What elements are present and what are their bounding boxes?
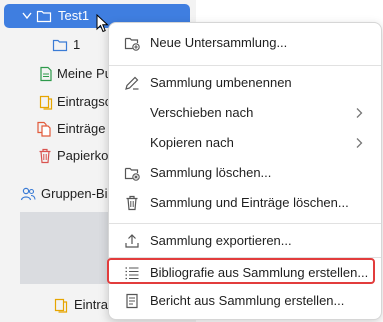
export-icon [125,234,139,248]
chevron-down-icon[interactable] [22,12,32,20]
menu-item-label: Sammlung löschen... [150,165,272,180]
tree-item-trash[interactable]: Papierko [0,144,108,168]
menu-separator [109,65,381,66]
tree-item-group-library[interactable]: Gruppen-Bil [0,182,111,206]
menu-item-copy-to[interactable]: Kopieren nach [109,129,381,157]
tree-item-label: Papierko [57,148,109,163]
menu-item-delete-collection-and-items[interactable]: Sammlung und Einträge löschen... [109,189,381,217]
new-folder-icon [124,37,140,51]
highlight-annotation [107,258,375,284]
delete-folder-icon [124,167,140,181]
tree-item-entries[interactable]: Eintrag [0,293,115,317]
chevron-right-icon [356,138,363,148]
blurred-content [20,212,120,284]
pencil-icon [125,76,139,90]
unfiled-items-icon [54,298,68,313]
menu-separator [109,223,381,224]
menu-item-label: Sammlung umbenennen [150,75,292,90]
menu-item-export[interactable]: Sammlung exportieren... [109,227,381,255]
menu-item-label: Sammlung und Einträge löschen... [150,195,349,210]
menu-item-delete-collection[interactable]: Sammlung löschen... [109,159,381,187]
tree-item-label: Test1 [58,8,90,23]
document-icon [40,66,52,82]
chevron-right-icon [356,108,363,118]
menu-item-label: Verschieben nach [150,105,254,120]
folder-icon [36,10,52,23]
menu-item-create-report[interactable]: Bericht aus Sammlung erstellen... [109,287,381,315]
tree-item-my-publications[interactable]: Meine Pu [0,62,112,86]
menu-item-rename[interactable]: Sammlung umbenennen [109,69,381,97]
duplicate-items-icon [37,121,51,137]
menu-item-new-subcollection[interactable]: Neue Untersammlung... [109,29,381,57]
tree-item-duplicates[interactable]: Einträge [0,117,108,141]
tree-item-1[interactable]: 1 [0,33,108,57]
menu-item-label: Bericht aus Sammlung erstellen... [150,293,345,308]
group-users-icon [20,187,36,201]
tree-item-label: Meine Pu [57,66,112,81]
folder-icon [52,39,68,52]
tree-item-label: Einträge [57,121,106,136]
unfiled-items-icon [39,95,53,110]
menu-item-label: Neue Untersammlung... [150,35,288,50]
tree-item-label: Gruppen-Bil [41,186,111,201]
tree-item-unfiled[interactable]: Eintragsc [0,90,112,114]
tree-item-label: 1 [73,37,81,52]
menu-item-label: Sammlung exportieren... [150,233,292,248]
menu-item-move-to[interactable]: Verschieben nach [109,99,381,127]
trash-icon [126,195,138,211]
report-icon [126,293,138,309]
tree-item-label: Eintragsc [57,94,112,109]
trash-icon [39,148,51,164]
menu-item-label: Kopieren nach [150,135,234,150]
